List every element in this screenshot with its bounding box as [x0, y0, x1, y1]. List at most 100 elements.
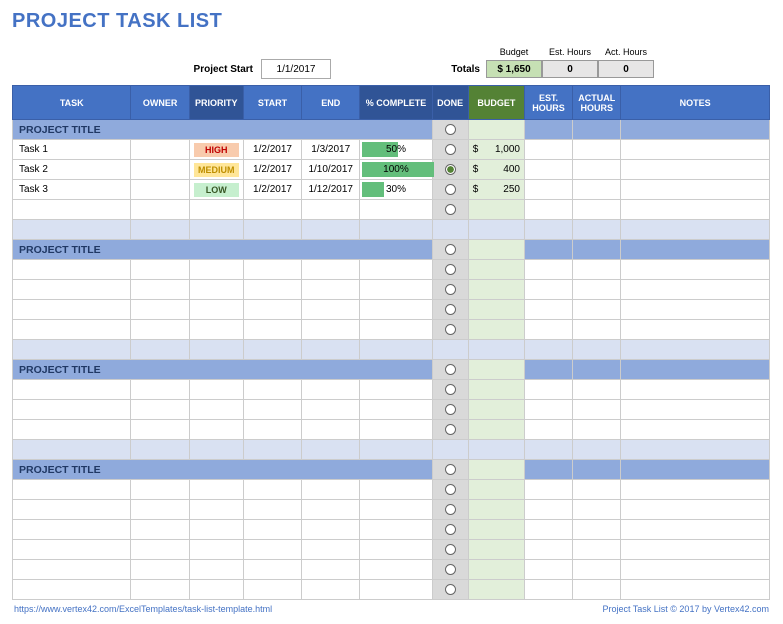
empty-cell[interactable] — [360, 320, 432, 340]
empty-cell[interactable] — [468, 280, 524, 300]
empty-cell[interactable] — [131, 520, 189, 540]
empty-cell[interactable] — [524, 320, 572, 340]
empty-cell[interactable] — [360, 380, 432, 400]
empty-cell[interactable] — [302, 320, 360, 340]
empty-cell[interactable] — [189, 420, 243, 440]
empty-cell[interactable] — [13, 520, 131, 540]
empty-cell[interactable] — [360, 540, 432, 560]
empty-cell[interactable] — [13, 560, 131, 580]
empty-cell[interactable] — [302, 500, 360, 520]
empty-cell[interactable] — [573, 400, 621, 420]
empty-cell[interactable] — [360, 260, 432, 280]
project-start-input[interactable] — [261, 59, 331, 79]
empty-cell[interactable] — [243, 380, 301, 400]
empty-cell[interactable] — [13, 300, 131, 320]
empty-cell[interactable] — [360, 520, 432, 540]
empty-cell[interactable] — [524, 540, 572, 560]
empty-cell[interactable] — [524, 420, 572, 440]
task-name[interactable]: Task 2 — [13, 160, 131, 180]
empty-cell[interactable] — [131, 280, 189, 300]
done-radio[interactable] — [445, 384, 456, 395]
empty-cell[interactable] — [13, 420, 131, 440]
done-radio[interactable] — [445, 164, 456, 175]
end-cell[interactable]: 1/3/2017 — [302, 140, 360, 160]
done-radio[interactable] — [445, 564, 456, 575]
empty-cell[interactable] — [432, 500, 468, 520]
empty-cell[interactable] — [131, 200, 189, 220]
empty-cell[interactable] — [621, 380, 770, 400]
empty-cell[interactable] — [573, 260, 621, 280]
empty-cell[interactable] — [189, 400, 243, 420]
empty-cell[interactable] — [243, 400, 301, 420]
empty-cell[interactable] — [621, 420, 770, 440]
empty-cell[interactable] — [131, 400, 189, 420]
empty-cell[interactable] — [302, 480, 360, 500]
empty-cell[interactable] — [621, 560, 770, 580]
priority-cell[interactable]: LOW — [189, 180, 243, 200]
done-radio[interactable] — [445, 304, 456, 315]
empty-cell[interactable] — [360, 400, 432, 420]
empty-cell[interactable] — [524, 300, 572, 320]
empty-cell[interactable] — [13, 280, 131, 300]
empty-cell[interactable] — [131, 260, 189, 280]
owner-cell[interactable] — [131, 140, 189, 160]
empty-cell[interactable] — [13, 500, 131, 520]
empty-cell[interactable] — [189, 280, 243, 300]
done-radio[interactable] — [445, 484, 456, 495]
start-cell[interactable]: 1/2/2017 — [243, 180, 301, 200]
empty-cell[interactable] — [302, 280, 360, 300]
act-cell[interactable] — [573, 160, 621, 180]
empty-cell[interactable] — [131, 500, 189, 520]
empty-cell[interactable] — [189, 200, 243, 220]
empty-cell[interactable] — [302, 560, 360, 580]
done-radio[interactable] — [445, 464, 456, 475]
empty-cell[interactable] — [432, 580, 468, 600]
empty-cell[interactable] — [468, 380, 524, 400]
empty-cell[interactable] — [302, 520, 360, 540]
empty-cell[interactable] — [360, 560, 432, 580]
empty-cell[interactable] — [573, 540, 621, 560]
empty-cell[interactable] — [573, 500, 621, 520]
empty-cell[interactable] — [243, 420, 301, 440]
empty-cell[interactable] — [13, 580, 131, 600]
empty-cell[interactable] — [432, 280, 468, 300]
empty-cell[interactable] — [468, 480, 524, 500]
empty-cell[interactable] — [302, 380, 360, 400]
empty-cell[interactable] — [524, 400, 572, 420]
est-cell[interactable] — [524, 180, 572, 200]
empty-cell[interactable] — [243, 580, 301, 600]
empty-cell[interactable] — [13, 380, 131, 400]
empty-cell[interactable] — [573, 300, 621, 320]
budget-cell[interactable]: $250 — [468, 180, 524, 200]
empty-cell[interactable] — [621, 540, 770, 560]
empty-cell[interactable] — [243, 280, 301, 300]
empty-cell[interactable] — [302, 420, 360, 440]
priority-cell[interactable]: MEDIUM — [189, 160, 243, 180]
empty-cell[interactable] — [360, 480, 432, 500]
end-cell[interactable]: 1/10/2017 — [302, 160, 360, 180]
empty-cell[interactable] — [524, 500, 572, 520]
end-cell[interactable]: 1/12/2017 — [302, 180, 360, 200]
empty-cell[interactable] — [302, 400, 360, 420]
empty-cell[interactable] — [621, 580, 770, 600]
priority-cell[interactable]: HIGH — [189, 140, 243, 160]
empty-cell[interactable] — [621, 300, 770, 320]
budget-cell[interactable]: $400 — [468, 160, 524, 180]
empty-cell[interactable] — [432, 480, 468, 500]
empty-cell[interactable] — [573, 280, 621, 300]
empty-cell[interactable] — [432, 320, 468, 340]
empty-cell[interactable] — [468, 580, 524, 600]
empty-cell[interactable] — [243, 540, 301, 560]
budget-cell[interactable]: $1,000 — [468, 140, 524, 160]
footer-link[interactable]: https://www.vertex42.com/ExcelTemplates/… — [14, 604, 272, 614]
empty-cell[interactable] — [131, 320, 189, 340]
empty-cell[interactable] — [189, 260, 243, 280]
empty-cell[interactable] — [243, 500, 301, 520]
empty-cell[interactable] — [621, 280, 770, 300]
start-cell[interactable]: 1/2/2017 — [243, 160, 301, 180]
empty-cell[interactable] — [302, 260, 360, 280]
empty-cell[interactable] — [189, 380, 243, 400]
empty-cell[interactable] — [432, 560, 468, 580]
empty-cell[interactable] — [360, 300, 432, 320]
empty-cell[interactable] — [13, 320, 131, 340]
